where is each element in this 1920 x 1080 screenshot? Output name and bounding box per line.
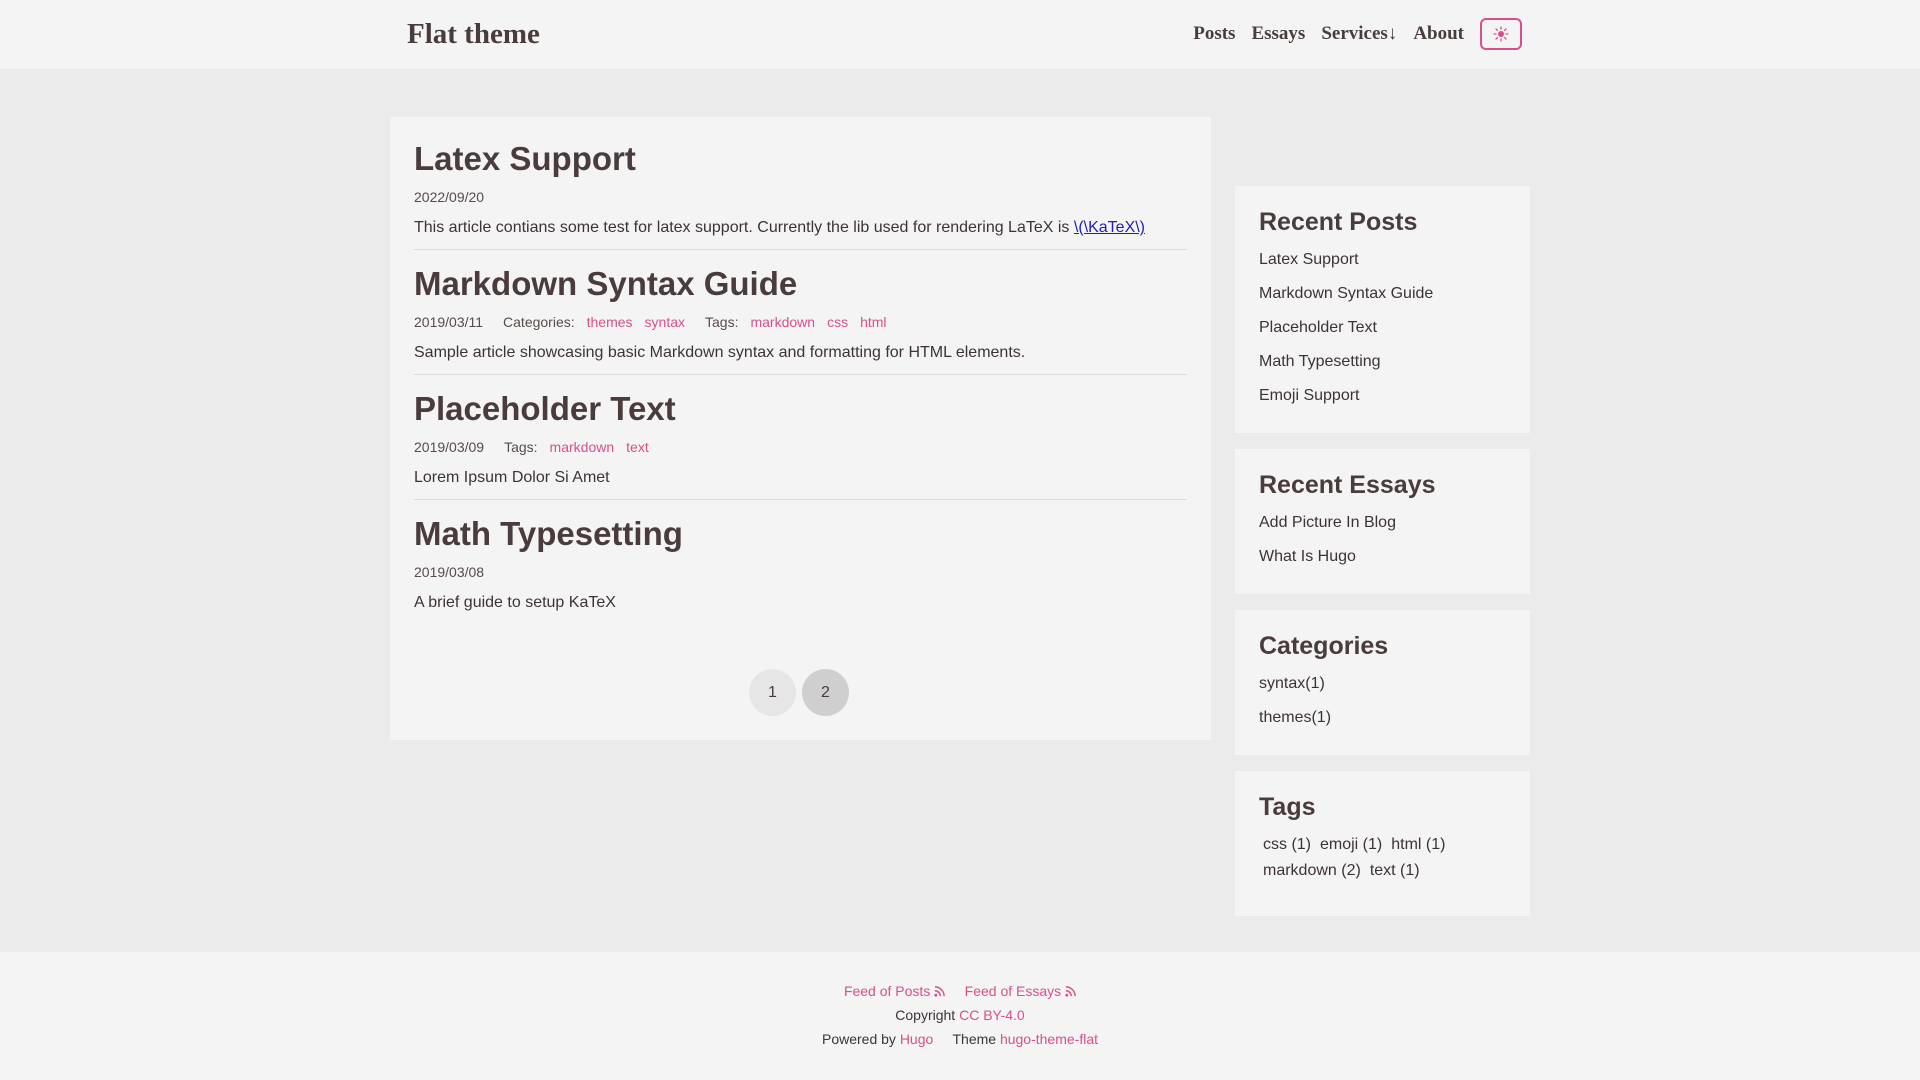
pagination: 1 2 [749,669,849,716]
post-summary: Lorem Ipsum Dolor Si Amet [414,469,610,486]
recent-essay-link[interactable]: What Is Hugo [1259,548,1506,566]
categories-label: Categories: [503,314,575,330]
post-list-panel: Latex Support 2022/09/20 This article co… [390,117,1211,740]
post-date: 2022/09/20 [414,189,485,205]
recent-essay-link[interactable]: Add Picture In Blog [1259,514,1506,532]
tag-link[interactable]: markdown [550,439,615,455]
category-link[interactable]: themes [587,314,633,330]
site-header: Flat theme Posts Essays Services↓ About [0,0,1920,69]
feed-links: Feed of Posts Feed of Essays [0,979,1920,1003]
categories-card: Categories syntax(1) themes(1) [1235,610,1530,755]
tag-link[interactable]: markdown (2) [1263,862,1361,880]
tag-link[interactable]: html (1) [1391,836,1445,854]
tag-link[interactable]: html [860,314,886,330]
recent-post-link[interactable]: Emoji Support [1259,387,1506,405]
post-meta: 2019/03/08 [414,564,1187,580]
tag-link[interactable]: text [626,439,649,455]
post-date: 2019/03/08 [414,564,485,580]
nav-essays[interactable]: Essays [1251,23,1305,45]
nav-posts[interactable]: Posts [1193,23,1235,45]
post-item: Markdown Syntax Guide 2019/03/11 Categor… [414,264,1187,375]
recent-post-link[interactable]: Math Typesetting [1259,353,1506,371]
recent-post-link[interactable]: Placeholder Text [1259,319,1506,337]
post-title[interactable]: Markdown Syntax Guide [414,264,1187,304]
post-item: Math Typesetting 2019/03/08 A brief guid… [414,514,1187,624]
site-title[interactable]: Flat theme [407,15,540,53]
post-summary: This article contians some test for late… [414,219,1187,237]
rss-icon [1065,986,1076,997]
theme-link[interactable]: hugo-theme-flat [1000,1031,1098,1047]
feed-essays-label: Feed of Essays [964,983,1062,999]
post-date: 2019/03/09 [414,439,485,455]
recent-essays-title: Recent Essays [1259,471,1436,499]
tag-link[interactable]: markdown [750,314,815,330]
post-title[interactable]: Placeholder Text [414,389,1187,429]
post-meta: 2019/03/11 Categories: themes syntax Tag… [414,314,1187,330]
tag-link[interactable]: css [827,314,848,330]
powered-line: Powered by Hugo Theme hugo-theme-flat [0,1027,1920,1051]
recent-posts-card: Recent Posts Latex Support Markdown Synt… [1235,186,1530,433]
post-meta: 2019/03/09 Tags: markdown text [414,439,1187,455]
summary-text: This article contians some test for late… [414,219,1070,236]
category-link[interactable]: themes(1) [1259,709,1506,727]
hugo-link[interactable]: Hugo [900,1031,933,1047]
post-item: Placeholder Text 2019/03/09 Tags: markdo… [414,389,1187,500]
recent-essays-card: Recent Essays Add Picture In Blog What I… [1235,449,1530,594]
feed-essays-link[interactable]: Feed of Essays [965,983,1076,999]
main-nav: Posts Essays Services↓ About [1193,18,1522,50]
post-categories: Categories: themes syntax [503,314,685,330]
post-date: 2019/03/11 [414,314,484,330]
site-footer: Feed of Posts Feed of Essays Copyright C… [0,952,1920,1080]
theme-toggle-button[interactable] [1480,18,1522,50]
tag-cloud: css (1) emoji (1) html (1) markdown (2) … [1259,836,1493,880]
post-meta: 2022/09/20 [414,189,1187,205]
post-title[interactable]: Latex Support [414,139,1187,179]
post-summary: A brief guide to setup KaTeX [414,594,616,611]
tags-card: Tags css (1) emoji (1) html (1) markdown… [1235,771,1530,916]
page-2-button[interactable]: 2 [802,669,849,716]
post-tags: Tags: markdown css html [705,314,887,330]
sun-icon [1493,26,1509,42]
tag-link[interactable]: emoji (1) [1320,836,1382,854]
copyright-label: Copyright [895,1007,956,1023]
recent-post-link[interactable]: Markdown Syntax Guide [1259,285,1506,303]
tags-label: Tags: [705,314,739,330]
categories-title: Categories [1259,632,1389,660]
nav-about[interactable]: About [1413,23,1464,45]
copyright-line: Copyright CC BY-4.0 [0,1003,1920,1027]
post-title[interactable]: Math Typesetting [414,514,1187,554]
post-summary: Sample article showcasing basic Markdown… [414,344,1026,361]
tag-link[interactable]: css (1) [1263,836,1311,854]
post-tags: Tags: markdown text [504,439,649,455]
tags-label: Tags: [504,439,538,455]
theme-label: Theme [952,1031,997,1047]
category-link[interactable]: syntax(1) [1259,675,1506,693]
license-link[interactable]: CC BY-4.0 [959,1007,1025,1023]
category-link[interactable]: syntax [645,314,685,330]
tags-title: Tags [1259,793,1316,821]
post-item: Latex Support 2022/09/20 This article co… [414,139,1187,250]
tag-link[interactable]: text (1) [1370,862,1420,880]
katex-link[interactable]: \(\KaTeX\) [1074,219,1145,236]
feed-posts-link[interactable]: Feed of Posts [844,983,949,999]
rss-icon [934,986,946,997]
feed-posts-label: Feed of Posts [843,983,931,999]
recent-posts-title: Recent Posts [1259,208,1418,236]
nav-services[interactable]: Services↓ [1321,23,1397,45]
recent-post-link[interactable]: Latex Support [1259,251,1506,269]
powered-label: Powered by [821,1031,896,1047]
page-1-button[interactable]: 1 [749,669,796,716]
